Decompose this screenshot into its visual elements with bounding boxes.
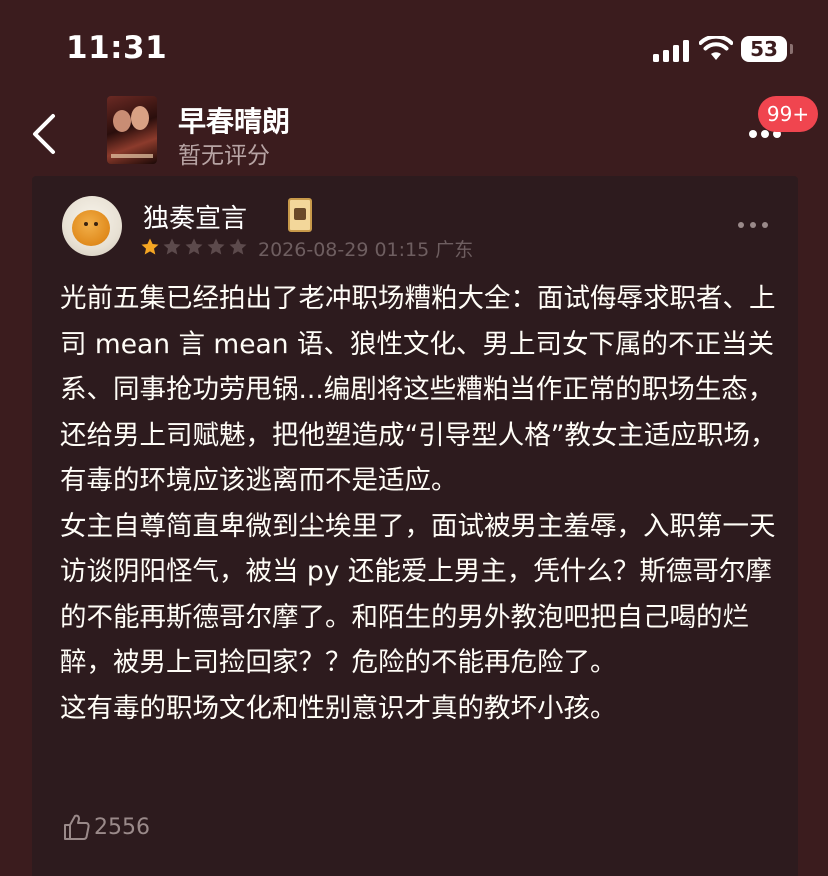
battery-cap — [790, 44, 793, 54]
star-rating — [140, 237, 250, 257]
show-poster[interactable] — [107, 96, 157, 164]
battery-icon: 53 — [741, 36, 787, 62]
star-empty-icon — [185, 238, 203, 255]
status-bar: 11:31 53 — [0, 0, 828, 96]
star-empty-icon — [163, 238, 181, 255]
avatar[interactable] — [62, 196, 122, 256]
username[interactable]: 独奏宣言 — [143, 198, 247, 235]
like-count: 2556 — [94, 814, 150, 840]
star-empty-icon — [229, 238, 247, 255]
review-card: 独奏宣言 2026-08-29 01:15 广东 光前五集已经拍出了老冲职场糟粕… — [32, 176, 798, 876]
notification-badge: 99+ — [758, 96, 818, 132]
wifi-icon — [699, 36, 733, 60]
header: 早春晴朗 暂无评分 99+ — [0, 96, 828, 176]
cellular-signal-icon — [653, 40, 689, 62]
screen: 11:31 53 早春晴朗 暂无评分 99+ 独奏宣言 2026-08-29 0… — [0, 0, 828, 876]
show-rating: 暂无评分 — [178, 143, 270, 169]
review-body: 光前五集已经拍出了老冲职场糟粕大全：面试侮辱求职者、上司 mean 言 mean… — [60, 276, 778, 731]
review-more-icon[interactable] — [736, 220, 770, 230]
status-time: 11:31 — [66, 30, 168, 66]
star-filled-icon — [141, 238, 159, 255]
review-paragraph: 女主自尊简直卑微到尘埃里了，面试被男主羞辱，入职第一天访谈阴阳怪气，被当 py … — [60, 510, 776, 679]
thumbs-up-icon — [64, 814, 90, 840]
chevron-left-icon[interactable] — [22, 106, 66, 162]
review-paragraph: 这有毒的职场文化和性别意识才真的教坏小孩。 — [60, 692, 617, 724]
star-empty-icon — [207, 238, 225, 255]
review-meta: 2026-08-29 01:15 广东 — [258, 239, 474, 261]
user-badge-icon — [288, 198, 312, 232]
show-title[interactable]: 早春晴朗 — [178, 100, 290, 140]
like-button[interactable]: 2556 — [62, 812, 150, 844]
review-paragraph: 光前五集已经拍出了老冲职场糟粕大全：面试侮辱求职者、上司 mean 言 mean… — [60, 283, 777, 496]
